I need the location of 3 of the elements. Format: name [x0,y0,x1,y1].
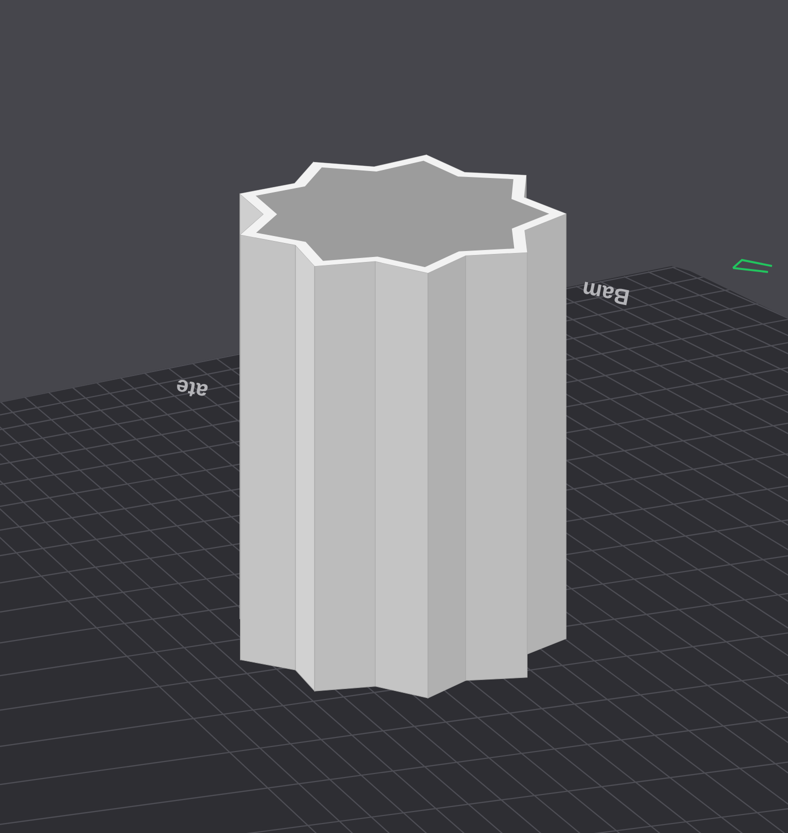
plate-label: Bam [580,278,632,308]
axis-arrow-icon [732,258,773,273]
plate-label: ate [174,375,210,403]
